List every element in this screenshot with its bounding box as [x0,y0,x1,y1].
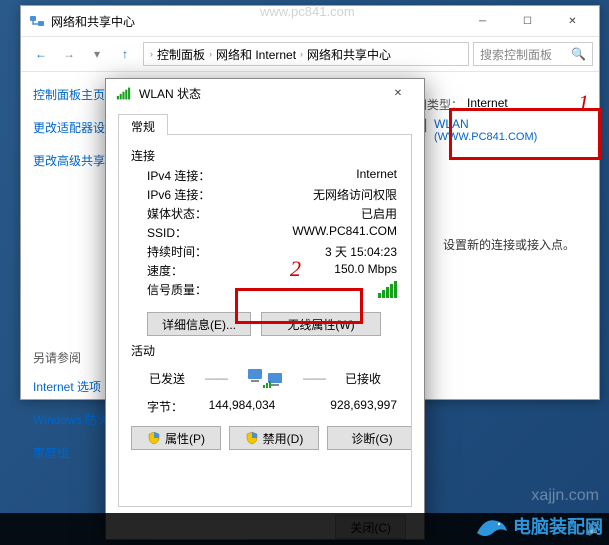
close-button[interactable]: ✕ [550,7,595,35]
wireless-properties-button[interactable]: 无线属性(W) [261,312,381,336]
signal-bars-icon [378,281,397,301]
tab-general[interactable]: 常规 [118,114,168,135]
connection-link[interactable]: WLAN [434,117,537,131]
properties-button[interactable]: 属性(P) [131,426,221,450]
tab-strip: 常规 [118,113,412,135]
row-ipv4: IPv4 连接：Internet [131,166,399,185]
seealso-header: 另请参阅 [33,349,111,366]
access-type-value: Internet [467,96,508,113]
wlan-body: 常规 连接 IPv4 连接：Internet IPv6 连接：无网络访问权限 媒… [106,107,424,539]
nav-back-button[interactable]: ← [27,42,55,66]
cp-titlebar: 网络和共享中心 ─ ☐ ✕ [21,6,599,36]
link-homegroup[interactable]: 家庭组 [33,444,111,461]
bytes-sent: 144,984,034 [197,398,287,415]
tab-panel-general: 连接 IPv4 连接：Internet IPv6 连接：无网络访问权限 媒体状态… [118,135,412,507]
activity-icon [247,367,283,389]
tray-sound-icon[interactable]: 🔊 [586,522,601,536]
search-placeholder: 搜索控制面板 [480,46,552,63]
link-change-adapter[interactable]: 更改适配器设置 [33,119,111,136]
cp-title: 网络和共享中心 [51,13,460,30]
chevron-right-icon: › [150,49,153,59]
sent-label: 已发送 [149,370,185,387]
link-internet-options[interactable]: Internet 选项 [33,378,111,395]
network-center-icon [29,13,45,29]
activity-row: 已发送 —— —— 已接收 [131,367,399,389]
dash-icon: —— [303,371,325,385]
wlan-title: WLAN 状态 [139,85,378,102]
minimize-button[interactable]: ─ [460,7,505,35]
detail-buttons: 详细信息(E)... 无线属性(W) [147,312,399,336]
recv-label: 已接收 [345,370,381,387]
diagnose-button[interactable]: 诊断(G) [327,426,412,450]
cp-nav-bar: ← → ▾ ↑ › 控制面板 › 网络和 Internet › 网络和共享中心 … [21,36,599,72]
section-activity: 活动 [131,342,399,359]
dash-icon: —— [205,371,227,385]
row-bytes: 字节： 144,984,034 928,693,997 [131,397,399,416]
active-network-block: 访问类型： Internet 连接： WLAN (WWW.PC841.COM) [403,96,583,151]
close-button[interactable]: ✕ [378,81,418,105]
breadcrumb[interactable]: › 控制面板 › 网络和 Internet › 网络和共享中心 [143,42,469,66]
setup-hint: 设置新的连接或接入点。 [443,236,575,253]
search-input[interactable]: 搜索控制面板 🔍 [473,42,593,66]
annotation-label-1: 1 [578,90,589,116]
row-signal: 信号质量： [131,280,399,302]
shield-icon [147,431,161,445]
row-ssid: SSID：WWW.PC841.COM [131,223,399,242]
bytes-recv: 928,693,997 [287,398,397,415]
breadcrumb-root[interactable]: 控制面板 [157,46,205,63]
cp-left-pane: 控制面板主页 更改适配器设置 更改高级共享设置 另请参阅 Internet 选项… [21,72,111,399]
taskbar: ＾ 🔊 [0,513,609,545]
maximize-button[interactable]: ☐ [505,7,550,35]
nav-up-button[interactable]: ↑ [111,42,139,66]
tray-chevron-icon[interactable]: ＾ [564,521,576,538]
search-icon: 🔍 [571,47,586,61]
annotation-label-2: 2 [290,256,301,282]
wifi-icon [117,87,130,99]
chevron-right-icon: › [300,49,303,59]
window-controls: ─ ☐ ✕ [460,7,595,35]
row-duration: 持续时间：3 天 15:04:23 [131,242,399,261]
link-advanced-sharing[interactable]: 更改高级共享设置 [33,152,111,169]
bottom-buttons: 属性(P) 禁用(D) 诊断(G) [131,426,399,450]
disable-button[interactable]: 禁用(D) [229,426,319,450]
connection-ssid[interactable]: (WWW.PC841.COM) [434,131,537,143]
section-connection: 连接 [131,147,399,164]
shield-icon [245,431,259,445]
row-speed: 速度：150.0 Mbps [131,261,399,280]
details-button[interactable]: 详细信息(E)... [147,312,251,336]
row-media: 媒体状态：已启用 [131,204,399,223]
breadcrumb-mid[interactable]: 网络和 Internet [216,46,296,63]
watermark-url: xajjn.com [531,487,599,505]
wlan-titlebar: WLAN 状态 ✕ [106,79,424,107]
breadcrumb-leaf[interactable]: 网络和共享中心 [307,46,391,63]
nav-forward-button[interactable]: → [55,42,83,66]
link-cp-home[interactable]: 控制面板主页 [33,86,111,103]
nav-history-button[interactable]: ▾ [83,42,111,66]
row-ipv6: IPv6 连接：无网络访问权限 [131,185,399,204]
chevron-right-icon: › [209,49,212,59]
wlan-status-window: WLAN 状态 ✕ 常规 连接 IPv4 连接：Internet IPv6 连接… [105,78,425,540]
link-firewall[interactable]: Windows 防火墙 [33,411,111,428]
